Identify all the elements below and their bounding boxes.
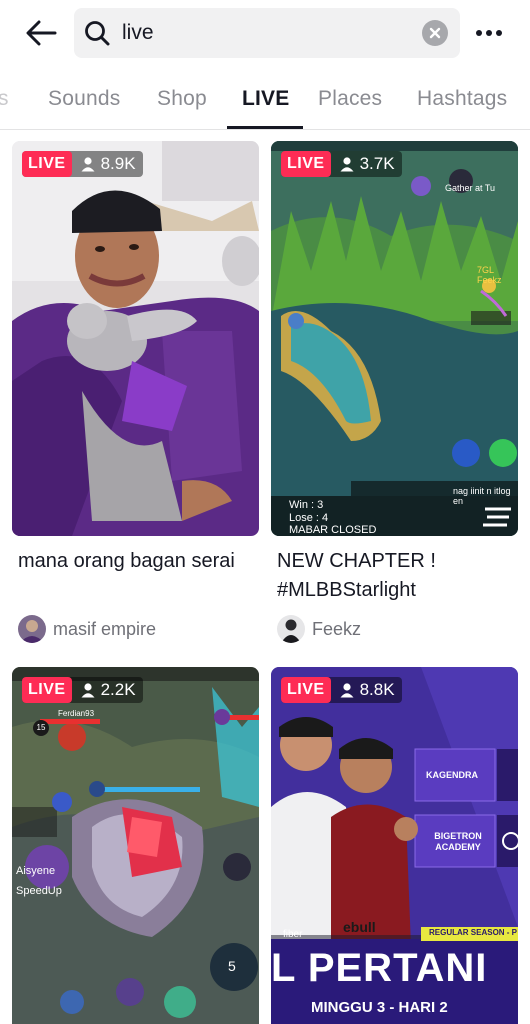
author-info[interactable]: masif empire xyxy=(18,615,156,643)
live-badge: LIVE xyxy=(22,151,72,177)
search-query-text: live xyxy=(122,21,154,44)
team-1-label: KAGENDRA xyxy=(426,770,479,780)
sponsor-logo-text: fiber xyxy=(283,929,303,940)
viewer-count: 3.7K xyxy=(359,154,395,173)
chat-text: nag iinit n itlog en xyxy=(453,486,511,506)
viewer-person-icon xyxy=(340,683,354,698)
tab-places[interactable]: Places xyxy=(318,87,382,111)
live-card[interactable]: Ferdian93 15 Aisyene SpeedUp 5 LIVE 2.2K xyxy=(12,667,259,1024)
viewer-count: 2.2K xyxy=(100,680,136,699)
clear-search-icon[interactable] xyxy=(422,20,448,46)
live-thumbnail-image xyxy=(12,667,259,1024)
active-tab-indicator xyxy=(227,126,303,129)
team-2-label: BIGETRON ACADEMY xyxy=(434,831,482,852)
avatar[interactable] xyxy=(277,615,305,643)
live-thumbnail[interactable]: Gather at Tu 7GL Feekz nag iinit n itlog… xyxy=(271,141,518,536)
win-count: Win : 3 xyxy=(289,499,324,511)
season-banner: REGULAR SEASON - P xyxy=(429,928,518,937)
search-icon xyxy=(85,21,110,46)
live-thumbnail[interactable]: LIVE 8.9K xyxy=(12,141,259,536)
viewer-count: 8.8K xyxy=(359,680,395,699)
live-indicator: LIVE 3.7K xyxy=(281,151,402,177)
hero-level: 15 xyxy=(33,720,49,736)
live-indicator: LIVE 8.8K xyxy=(281,677,402,703)
live-thumbnail[interactable]: Ferdian93 15 Aisyene SpeedUp 5 LIVE 2.2K xyxy=(12,667,259,1024)
live-thumbnail-image xyxy=(271,141,518,536)
lose-count: Lose : 4 xyxy=(289,512,329,524)
avatar[interactable] xyxy=(18,615,46,643)
viewer-person-icon xyxy=(81,683,95,698)
notice-text: Gather at Tu xyxy=(445,183,496,193)
jersey-sponsor: ebull xyxy=(343,919,376,935)
search-input[interactable]: live xyxy=(74,8,460,58)
player-left-name: Aisyene xyxy=(16,865,56,877)
tab-live[interactable]: LIVE xyxy=(242,87,289,111)
skill-counter: 5 xyxy=(228,958,236,974)
search-tabs: s Sounds Shop LIVE Places Hashtags xyxy=(0,66,530,130)
author-name[interactable]: Feekz xyxy=(312,619,361,640)
headline-text: L PERTANI xyxy=(271,946,488,990)
player-top-name: Ferdian93 xyxy=(58,709,95,718)
live-badge: LIVE xyxy=(22,677,72,703)
tab-sounds[interactable]: Sounds xyxy=(48,87,120,111)
tab-hashtags[interactable]: Hashtags xyxy=(417,87,507,111)
viewer-count: 8.9K xyxy=(100,154,136,173)
author-info[interactable]: Feekz xyxy=(277,615,361,643)
live-thumbnail-image xyxy=(12,141,259,536)
live-card[interactable]: Gather at Tu 7GL Feekz nag iinit n itlog… xyxy=(271,141,518,651)
top-bar: live xyxy=(0,0,530,66)
viewer-person-icon xyxy=(81,157,95,172)
live-card[interactable]: LIVE 8.9K mana orang bagan serai masif e… xyxy=(12,141,259,651)
author-name[interactable]: masif empire xyxy=(53,619,156,640)
mabar-status: MABAR CLOSED xyxy=(289,524,377,536)
live-indicator: LIVE 8.9K xyxy=(22,151,143,177)
tab-shop[interactable]: Shop xyxy=(157,87,207,111)
tab-partial[interactable]: s xyxy=(0,87,9,111)
more-options-icon[interactable] xyxy=(472,18,506,48)
back-arrow-icon[interactable] xyxy=(22,14,60,52)
viewer-person-icon xyxy=(340,157,354,172)
live-indicator: LIVE 2.2K xyxy=(22,677,143,703)
live-card[interactable]: KAGENDRA BIGETRON ACADEMY ebull fiber RE… xyxy=(271,667,518,1024)
player-left-name-2: SpeedUp xyxy=(16,885,62,897)
live-badge: LIVE xyxy=(281,151,331,177)
live-title[interactable]: NEW CHAPTER ! #MLBBStarlight xyxy=(277,547,517,605)
live-title[interactable]: mana orang bagan serai xyxy=(18,547,258,576)
live-thumbnail[interactable]: KAGENDRA BIGETRON ACADEMY ebull fiber RE… xyxy=(271,667,518,1024)
player-name: 7GL Feekz xyxy=(477,265,502,285)
live-badge: LIVE xyxy=(281,677,331,703)
week-text: MINGGU 3 - HARI 2 xyxy=(311,999,448,1016)
